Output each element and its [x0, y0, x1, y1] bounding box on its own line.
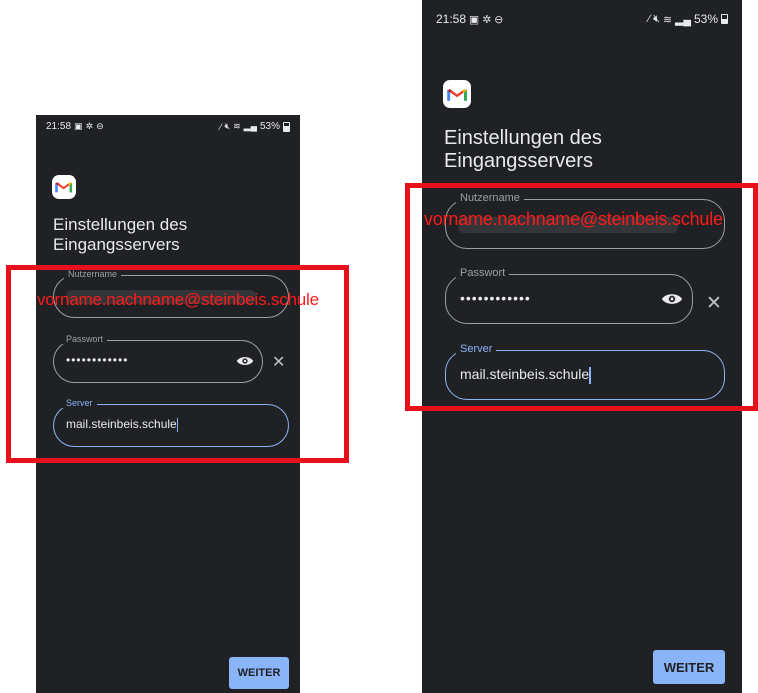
mute-icon: 🔇︎: [224, 121, 231, 131]
signal-icon: ▂▄: [675, 13, 691, 26]
clock: 21:58: [436, 12, 467, 26]
do-not-disturb-icon: ⊖: [96, 121, 104, 131]
page-title: Einstellungen des Eingangsservers: [444, 127, 602, 172]
wifi-icon: ≋: [233, 121, 241, 131]
calendar-icon: ▣: [469, 13, 480, 26]
battery-level: 53%: [259, 121, 280, 132]
gmail-logo: [443, 80, 471, 108]
battery-icon: [721, 14, 728, 24]
next-button[interactable]: WEITER: [229, 657, 289, 689]
status-bar: 21:58 ▣ ✲ ⊖ ⁄ 🔇︎ ≋ ▂▄ 53%: [36, 121, 300, 132]
clock: 21:58: [46, 121, 72, 132]
next-button[interactable]: WEITER: [653, 650, 725, 684]
nfc-icon: ⁄: [219, 121, 222, 132]
annotation-right: vorname.nachname@steinbeis.schule: [424, 209, 723, 229]
page-title: Einstellungen des Eingangsservers: [53, 215, 188, 254]
do-not-disturb-icon: ⊖: [494, 13, 504, 26]
battery-icon: [283, 121, 290, 132]
pinwheel-icon: ✲: [482, 13, 492, 26]
annotation-left: vorname.nachname@steinbeis.schule: [37, 290, 319, 309]
status-bar: 21:58 ▣ ✲ ⊖ ⁄ 🔇︎ ≋ ▂▄ 53%: [422, 12, 742, 26]
nfc-icon: ⁄: [648, 13, 651, 25]
calendar-icon: ▣: [74, 121, 83, 131]
gmail-logo: [52, 175, 76, 199]
signal-icon: ▂▄: [243, 121, 257, 131]
wifi-icon: ≋: [662, 13, 673, 26]
pinwheel-icon: ✲: [85, 121, 94, 131]
mute-icon: 🔇︎: [653, 12, 660, 25]
battery-level: 53%: [693, 12, 718, 26]
